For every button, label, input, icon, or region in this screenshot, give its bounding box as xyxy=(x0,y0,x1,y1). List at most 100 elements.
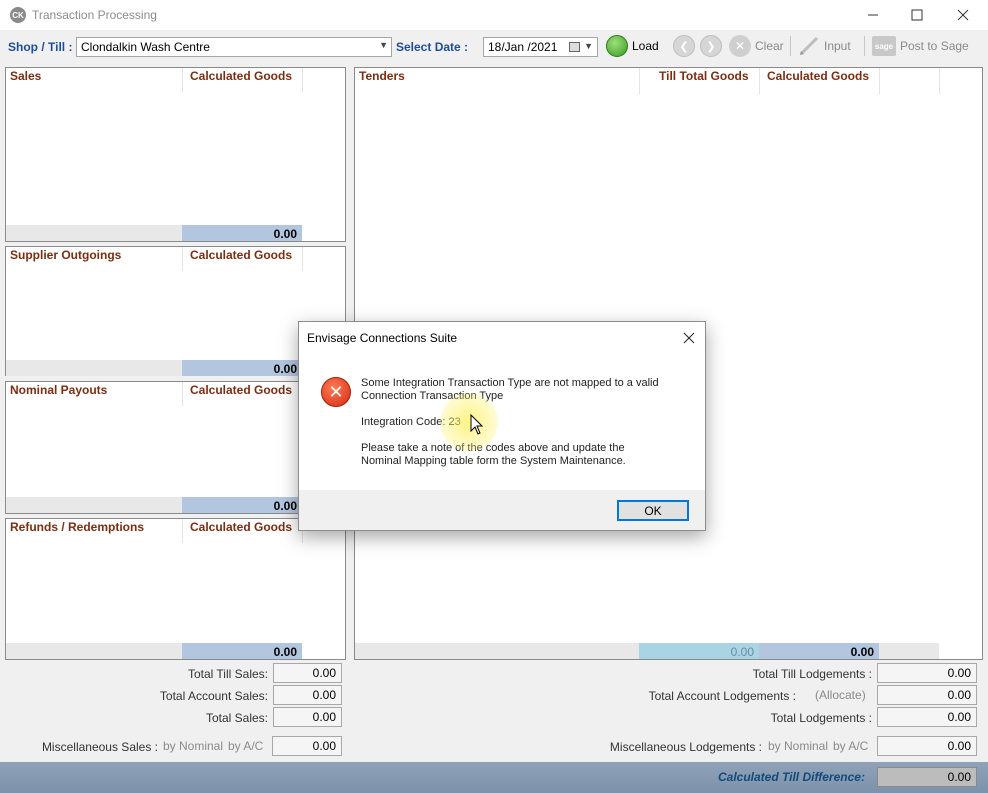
tenders-footer xyxy=(879,643,939,659)
column-divider xyxy=(302,68,303,92)
sage-icon: sage xyxy=(872,36,896,56)
till-total-goods-total: 0.00 xyxy=(639,643,759,659)
date-picker[interactable]: 18/Jan /2021 ▼ xyxy=(483,37,598,57)
misc-sales-label: Miscellaneous Sales : xyxy=(41,740,158,754)
next-button[interactable]: ❯ xyxy=(700,34,722,58)
nominal-total: 0.00 xyxy=(182,497,302,513)
post-to-sage-label: Post to Sage xyxy=(900,39,969,53)
total-lodgements-label: Total Lodgements : xyxy=(770,711,872,725)
total-account-sales-label: Total Account Sales: xyxy=(159,689,268,703)
maximize-button[interactable] xyxy=(894,0,940,30)
minimize-button[interactable] xyxy=(850,0,896,30)
misc-lodgements-field: 0.00 xyxy=(877,736,977,756)
till-total-goods-header: Till Total Goods xyxy=(659,69,749,83)
total-sales-field: 0.00 xyxy=(273,707,342,727)
dialog-note-line1: Please take a note of the codes above an… xyxy=(361,442,625,454)
sales-header: Sales xyxy=(10,69,42,83)
total-till-sales-field: 0.00 xyxy=(273,663,342,683)
tenders-footer xyxy=(355,643,639,659)
date-value: 18/Jan /2021 xyxy=(488,40,558,54)
misc-lodgements-by-ac-link[interactable]: by A/C xyxy=(833,739,868,753)
misc-sales-by-ac-link[interactable]: by A/C xyxy=(228,739,263,753)
dialog-message-line1: Some Integration Transaction Type are no… xyxy=(361,377,659,389)
maximize-icon xyxy=(911,9,923,21)
misc-lodgements-label: Miscellaneous Lodgements : xyxy=(609,740,762,754)
close-icon xyxy=(683,332,695,344)
refunds-total: 0.00 xyxy=(182,643,302,659)
toolbar-divider xyxy=(790,36,791,56)
nominal-calculated-goods-header: Calculated Goods xyxy=(190,383,293,397)
dialog-title: Envisage Connections Suite xyxy=(307,331,458,345)
mouse-cursor-icon xyxy=(470,414,484,435)
refunds-redemptions-panel: Refunds / Redemptions Calculated Goods 0… xyxy=(5,518,346,660)
input-button[interactable]: Input xyxy=(798,34,851,58)
total-till-lodgements-label: Total Till Lodgements : xyxy=(752,667,872,681)
sales-calculated-goods-header: Calculated Goods xyxy=(190,69,293,83)
total-account-sales-field: 0.00 xyxy=(273,685,342,705)
refunds-calculated-goods-header: Calculated Goods xyxy=(190,520,293,534)
shop-till-value: Clondalkin Wash Centre xyxy=(81,40,210,54)
allocate-link[interactable]: (Allocate) xyxy=(815,688,866,702)
error-dialog: Envisage Connections Suite ✕ Some Integr… xyxy=(298,321,706,531)
load-icon xyxy=(606,35,628,57)
till-difference-field: 0.00 xyxy=(877,767,977,787)
chevron-down-icon[interactable]: ▼ xyxy=(379,40,388,50)
total-till-sales-label: Total Till Sales: xyxy=(187,667,268,681)
total-sales-label: Total Sales: xyxy=(205,711,268,725)
total-till-lodgements-field: 0.00 xyxy=(877,663,977,683)
ok-button[interactable]: OK xyxy=(617,500,689,521)
chevron-down-icon[interactable]: ▼ xyxy=(584,41,593,51)
misc-lodgements-by-nominal-link[interactable]: by Nominal xyxy=(768,739,828,753)
nominal-footer xyxy=(6,497,182,513)
column-divider xyxy=(939,68,940,94)
dialog-close-button[interactable] xyxy=(679,328,699,348)
arrow-right-icon: ❯ xyxy=(700,35,722,57)
app-icon: CK xyxy=(10,7,26,23)
column-divider xyxy=(302,247,303,271)
window-title: Transaction Processing xyxy=(32,8,157,22)
supplier-outgoings-panel: Supplier Outgoings Calculated Goods 0.00 xyxy=(5,246,346,376)
refunds-footer xyxy=(6,643,182,659)
previous-button[interactable]: ❮ xyxy=(673,34,695,58)
calendar-icon[interactable] xyxy=(569,42,580,52)
sales-panel: Sales Calculated Goods 0.00 xyxy=(5,67,346,242)
clear-button[interactable]: ✕ Clear xyxy=(729,34,784,58)
close-icon xyxy=(957,9,969,21)
post-to-sage-button[interactable]: sage Post to Sage xyxy=(872,34,969,58)
tenders-calculated-goods-header: Calculated Goods xyxy=(767,69,870,83)
tenders-header: Tenders xyxy=(359,69,405,83)
supplier-footer xyxy=(6,360,182,376)
minimize-icon xyxy=(868,14,878,16)
select-date-label: Select Date : xyxy=(396,40,469,54)
column-divider xyxy=(879,68,880,94)
total-lodgements-field: 0.00 xyxy=(877,707,977,727)
nominal-payouts-header: Nominal Payouts xyxy=(10,383,108,397)
supplier-calculated-goods-header: Calculated Goods xyxy=(190,248,293,262)
till-difference-label: Calculated Till Difference: xyxy=(718,770,865,784)
refunds-header: Refunds / Redemptions xyxy=(10,520,145,534)
pencil-icon xyxy=(799,36,819,56)
misc-sales-by-nominal-link[interactable]: by Nominal xyxy=(163,739,223,753)
column-divider xyxy=(182,519,183,543)
toolbar-divider xyxy=(864,36,865,56)
load-button[interactable]: Load xyxy=(606,34,659,58)
column-divider xyxy=(182,68,183,92)
dialog-note-line2: Nominal Mapping table form the System Ma… xyxy=(361,455,626,467)
total-account-lodgements-label: Total Account Lodgements : xyxy=(648,689,796,703)
tenders-calculated-total: 0.00 xyxy=(759,643,879,659)
clear-icon: ✕ xyxy=(729,35,751,57)
sales-footer xyxy=(6,225,182,241)
column-divider xyxy=(759,68,760,94)
input-label: Input xyxy=(824,39,851,53)
close-window-button[interactable] xyxy=(940,0,986,30)
load-label: Load xyxy=(632,39,659,53)
clear-label: Clear xyxy=(755,39,784,53)
dialog-integration-code: Integration Code: 23 xyxy=(361,416,461,428)
misc-sales-field: 0.00 xyxy=(272,736,342,756)
supplier-outgoings-header: Supplier Outgoings xyxy=(10,248,122,262)
total-account-lodgements-field: 0.00 xyxy=(877,685,977,705)
column-divider xyxy=(182,382,183,406)
shop-till-select[interactable]: Clondalkin Wash Centre ▼ xyxy=(76,37,392,57)
arrow-left-icon: ❮ xyxy=(673,35,695,57)
column-divider xyxy=(182,247,183,271)
